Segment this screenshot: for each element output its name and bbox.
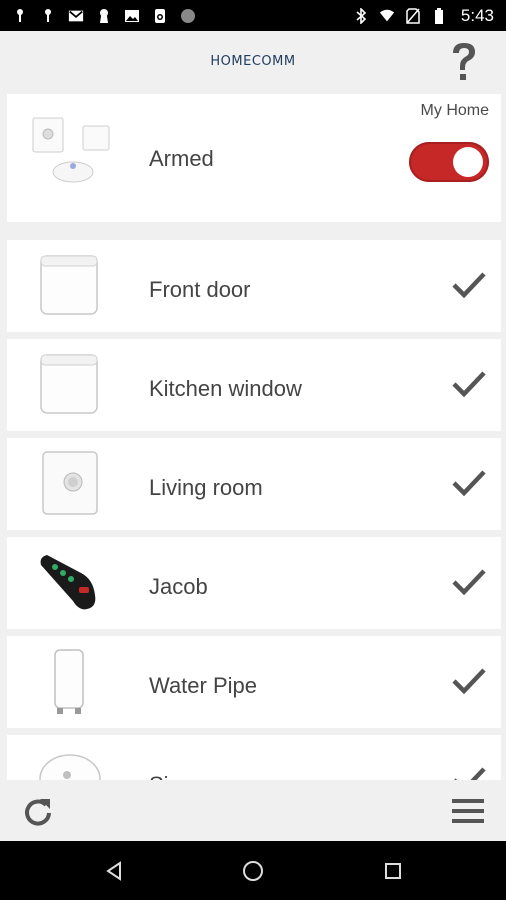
question-mark-icon	[453, 43, 475, 80]
checkmark-icon	[452, 569, 486, 596]
system-status-area: 5:43	[353, 6, 494, 26]
app-header: HOMECOMM	[0, 31, 506, 91]
motion-sensor-icon	[35, 448, 105, 520]
arm-toggle[interactable]	[409, 142, 489, 182]
battery-icon	[431, 7, 447, 24]
back-button[interactable]	[102, 859, 126, 883]
device-label: Kitchen window	[149, 376, 302, 401]
app-title: HOMECOMM	[210, 53, 296, 69]
help-button[interactable]	[446, 41, 482, 83]
security-kit-icon	[31, 114, 121, 194]
home-icon	[243, 861, 263, 881]
recents-icon	[385, 863, 401, 879]
image-icon	[124, 8, 140, 24]
water-sensor-icon	[35, 646, 105, 718]
notification-icon	[12, 8, 28, 24]
device-row-front-door[interactable]: Front door	[7, 240, 501, 332]
circle-icon	[180, 8, 196, 24]
home-button[interactable]	[241, 859, 265, 883]
menu-button[interactable]	[450, 793, 486, 829]
device-label: Water Pipe	[149, 673, 258, 698]
device-label: Living room	[149, 475, 263, 500]
home-name: My Home	[420, 102, 489, 119]
system-nav-bar	[0, 841, 506, 900]
device-list[interactable]: Front door Kitchen window Living room Ja…	[0, 240, 506, 780]
siren-icon	[35, 745, 105, 780]
arm-status-card: My Home Armed	[7, 94, 501, 222]
back-icon	[106, 861, 121, 881]
device-label: Front door	[149, 277, 251, 302]
status-time: 5:43	[460, 5, 494, 25]
lock-app-icon	[152, 8, 168, 24]
keyhole-icon	[96, 8, 112, 24]
notification-area	[12, 8, 196, 24]
checkmark-icon	[452, 668, 486, 695]
door-sensor-icon	[35, 250, 105, 322]
device-label: Jacob	[149, 574, 208, 599]
recents-button[interactable]	[381, 859, 405, 883]
window-sensor-icon	[35, 349, 105, 421]
device-row-siren[interactable]: Siren	[7, 735, 501, 780]
device-row-kitchen-window[interactable]: Kitchen window	[7, 339, 501, 431]
device-row-living-room[interactable]: Living room	[7, 438, 501, 530]
notification-icon	[40, 8, 56, 24]
device-row-jacob[interactable]: Jacob	[7, 537, 501, 629]
gmail-icon	[68, 8, 84, 24]
checkmark-icon	[454, 767, 486, 780]
status-bar: 5:43	[0, 0, 506, 31]
arm-status-label: Armed	[149, 146, 214, 171]
hamburger-menu-icon	[452, 799, 484, 823]
refresh-icon	[25, 799, 51, 826]
bluetooth-icon	[353, 7, 369, 24]
key-fob-icon	[35, 547, 105, 619]
toggle-knob	[453, 147, 483, 177]
wifi-icon	[379, 8, 395, 24]
device-row-water-pipe[interactable]: Water Pipe	[7, 636, 501, 728]
checkmark-icon	[452, 272, 486, 299]
refresh-button[interactable]	[20, 793, 56, 829]
bottom-toolbar	[0, 781, 506, 841]
device-label: Siren	[149, 772, 200, 780]
checkmark-icon	[452, 470, 486, 497]
no-sim-icon	[405, 7, 421, 24]
checkmark-icon	[452, 371, 486, 398]
